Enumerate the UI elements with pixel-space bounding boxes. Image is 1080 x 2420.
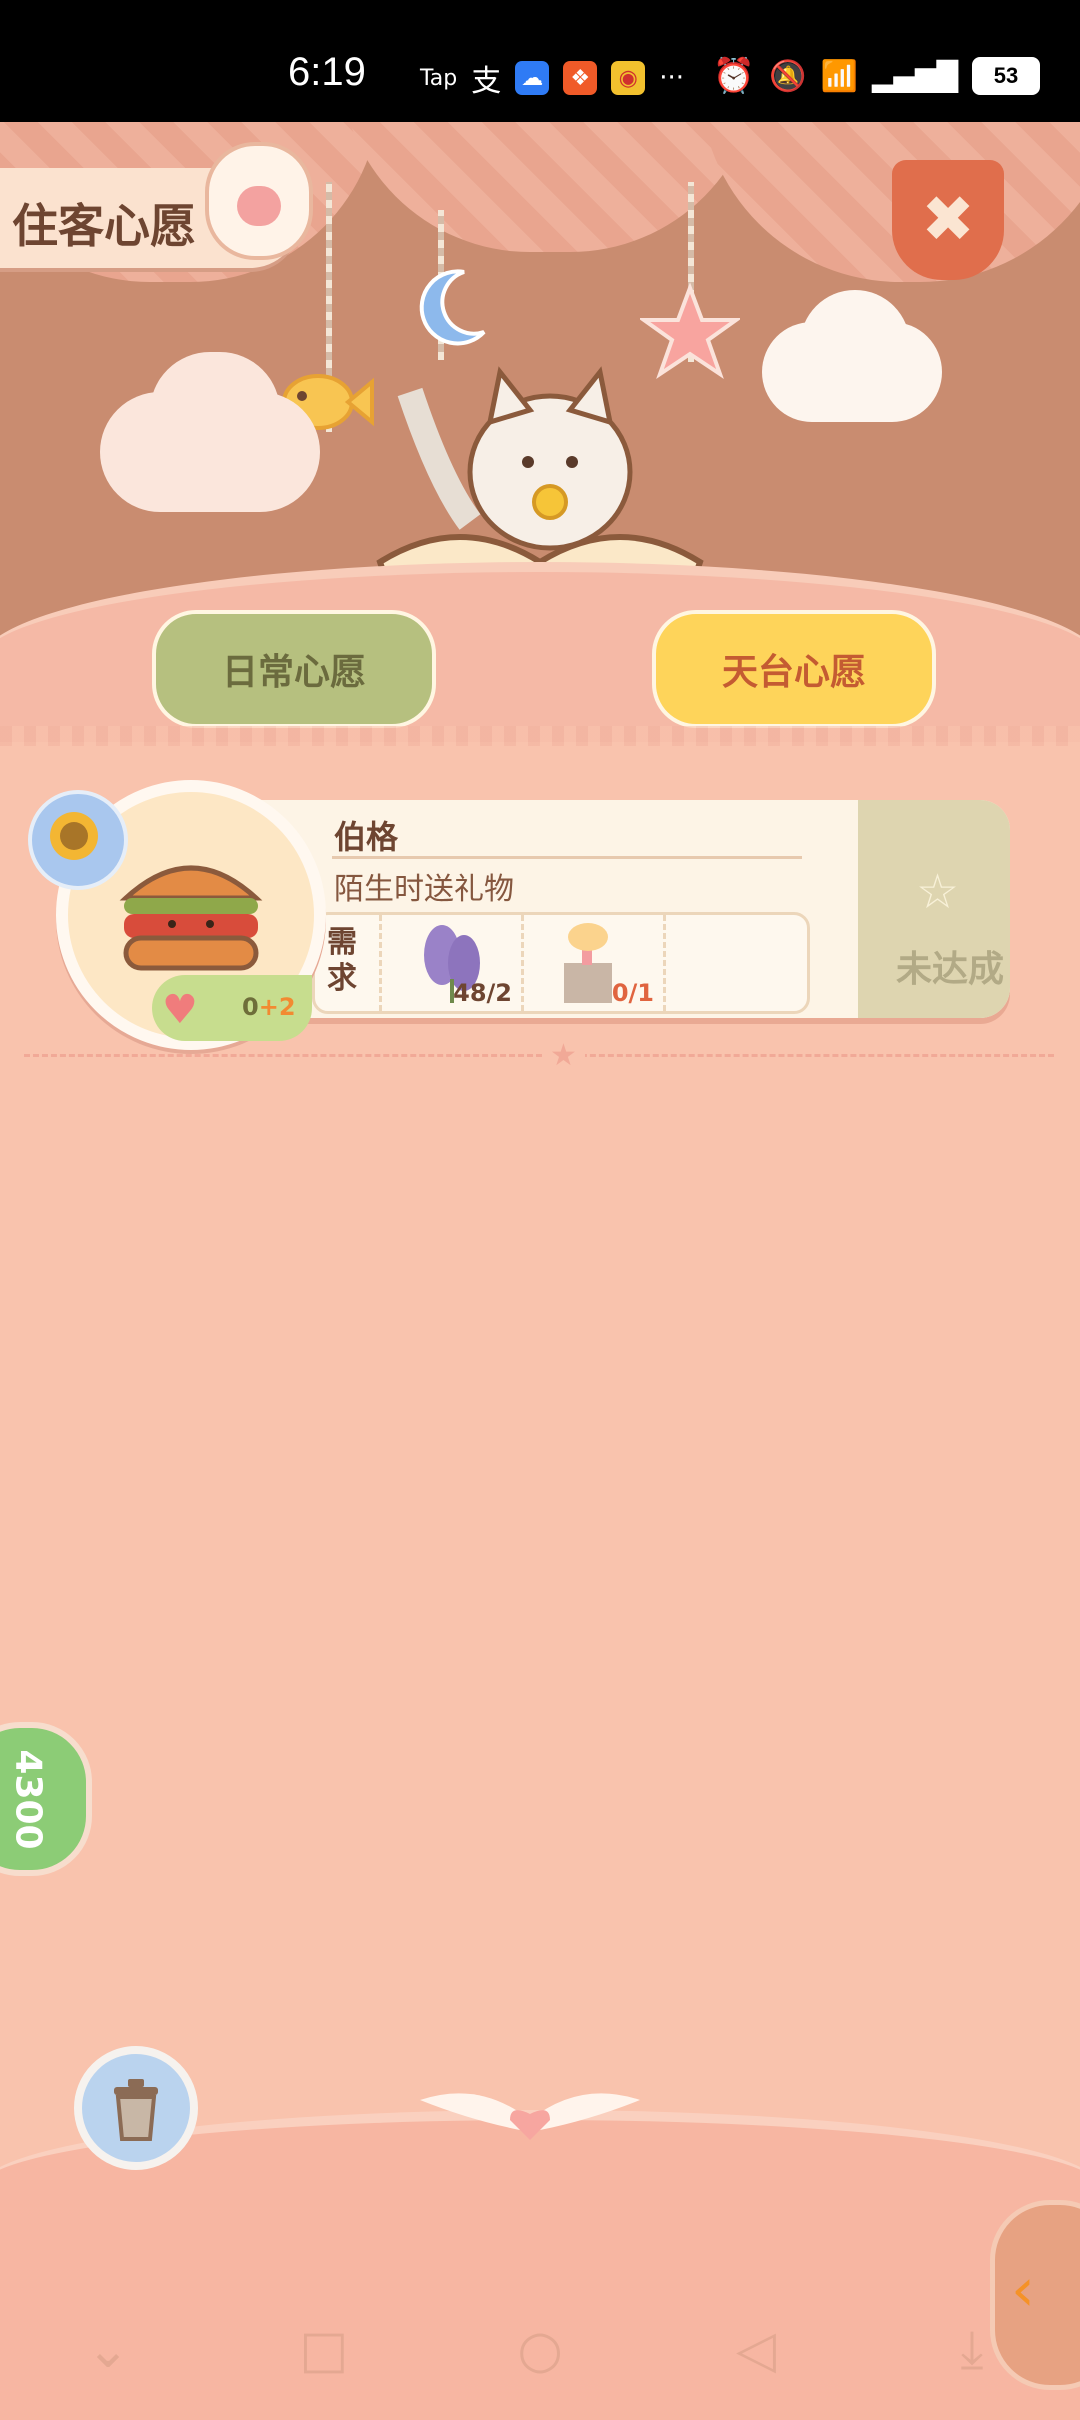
ks-icon: ❖: [563, 61, 598, 95]
notification-icons: Tap 支 ☁ ❖ ◉ ···: [420, 56, 684, 100]
paw-icon: [205, 142, 313, 260]
system-icons: ⏰ 🔕 📶 ▂▄▆█ 53: [713, 56, 1040, 96]
alipay-icon: 支: [471, 64, 502, 99]
wish-status-button[interactable]: ☆ 未达成: [858, 800, 1010, 1018]
curtain-decoration: [700, 122, 1080, 282]
cloud-decoration: [150, 352, 280, 472]
nav-home-button[interactable]: ○: [495, 2320, 585, 2380]
winged-heart-icon: [420, 2093, 640, 2140]
status-bar: 6:19 Tap 支 ☁ ❖ ◉ ··· ⏰ 🔕 📶 ▂▄▆█ 53: [0, 0, 1080, 122]
nav-back-button[interactable]: ◁: [711, 2320, 801, 2380]
burger-icon: [119, 865, 263, 971]
requirement-slot[interactable]: 48/2: [379, 915, 518, 1011]
cloud-icon: ☁: [515, 61, 550, 95]
wifi-icon: 📶: [820, 58, 858, 94]
alarm-icon: ⏰: [712, 56, 756, 96]
cloud-decoration: [800, 290, 910, 400]
mute-icon: 🔕: [769, 58, 807, 94]
affection-value: 0+2: [242, 993, 296, 1021]
paw-pad: [237, 186, 281, 226]
resident-name: 伯格: [334, 818, 399, 856]
requirement-count: 48/2: [453, 979, 512, 1007]
weibo-icon: ◉: [611, 61, 646, 95]
moon-icon: [419, 269, 486, 346]
nav-recents-button[interactable]: □: [279, 2320, 369, 2380]
tap-icon: Tap: [420, 65, 458, 91]
wish-card[interactable]: 伯格 陌生时送礼物 需求 48/2 0/1 ☆ 未达成: [210, 800, 1010, 1018]
sunflower-badge-icon: [28, 790, 128, 890]
battery-icon: 53: [972, 57, 1040, 95]
star-icon: ★: [542, 1038, 585, 1073]
affection-badge: ♥ 0+2: [152, 975, 312, 1041]
more-icon: ···: [659, 63, 685, 93]
curtain-decoration: [340, 122, 760, 252]
heart-icon: ♥: [162, 987, 198, 1033]
close-button[interactable]: ✖: [892, 160, 1004, 280]
divider: [332, 856, 802, 859]
nav-notification-button[interactable]: ⤓: [927, 2320, 1017, 2381]
trash-button[interactable]: [74, 2046, 198, 2170]
wish-status-label: 未达成: [896, 949, 1005, 990]
requirements-box: 需求 48/2 0/1: [312, 912, 810, 1014]
star-icon: ☆: [916, 864, 960, 920]
system-nav-bar: ⌄ □ ○ ◁ ⤓: [0, 2300, 1080, 2400]
signal-icon: ▂▄▆█: [871, 59, 958, 93]
wish-description: 陌生时送礼物: [334, 872, 514, 907]
affection-bonus: +2: [258, 993, 296, 1021]
divider: [24, 1054, 1054, 1057]
tab-rooftop-wishes[interactable]: 天台心愿: [652, 610, 936, 728]
close-icon: ✖: [921, 183, 975, 257]
divider: [0, 726, 1080, 746]
side-currency-bubble[interactable]: 4300: [0, 1722, 92, 1876]
nav-collapse-button[interactable]: ⌄: [63, 2320, 153, 2380]
requirement-slot[interactable]: 0/1: [521, 915, 660, 1011]
affection-current: 0: [242, 993, 259, 1021]
requirement-slot-empty: [663, 915, 802, 1011]
tab-daily-wishes[interactable]: 日常心愿: [152, 610, 436, 728]
clock: 6:19: [288, 50, 366, 94]
page-title: 住客心愿: [12, 199, 196, 253]
trash-icon: [114, 2079, 158, 2141]
side-bubble-value: 4300: [7, 1748, 49, 1850]
requirement-count: 0/1: [611, 979, 654, 1007]
requirements-label: 需求: [327, 925, 357, 996]
